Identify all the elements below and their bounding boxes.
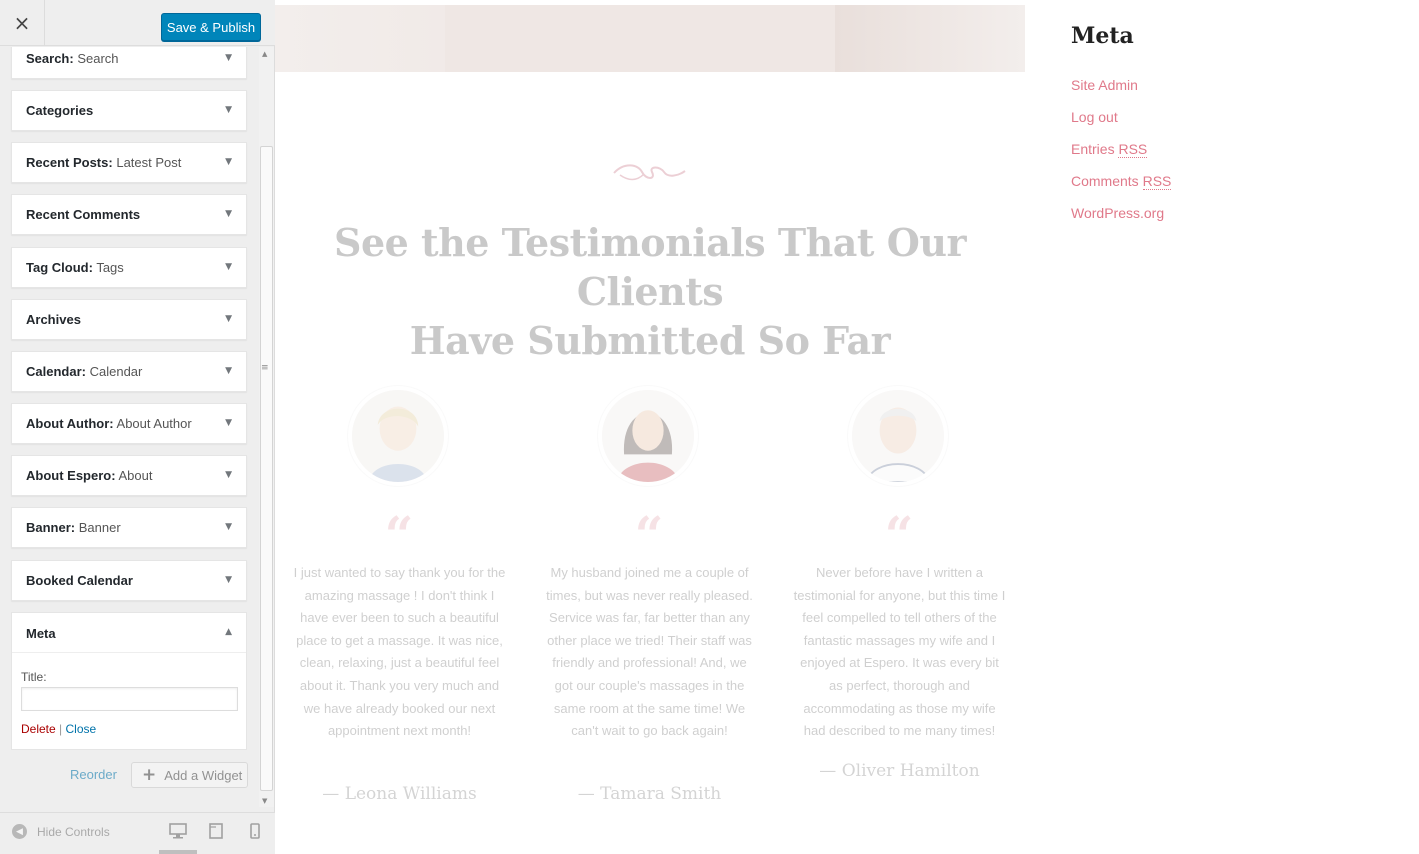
expand-arrow-icon[interactable]: ▼ (225, 105, 232, 115)
save-publish-button[interactable]: Save & Publish (161, 13, 261, 41)
site-admin-link[interactable]: Site Admin (1071, 77, 1138, 93)
testimonial-text: My husband joined me a couple of times, … (546, 565, 753, 739)
widget-about-author[interactable]: About Author: About Author ▼ (11, 403, 247, 444)
expand-arrow-icon[interactable]: ▼ (225, 262, 232, 272)
delete-widget-link[interactable]: Delete (21, 722, 56, 736)
hide-controls-button[interactable]: ◀ Hide Controls (12, 824, 110, 839)
quote-icon: “ (884, 505, 914, 564)
expand-arrow-icon[interactable]: ▼ (225, 157, 232, 167)
desktop-icon[interactable] (169, 823, 187, 839)
hero-image (275, 5, 1025, 72)
scroll-down-arrow-icon[interactable]: ▼ (262, 797, 267, 805)
action-separator: | (59, 722, 63, 736)
collapse-arrow-icon[interactable]: ▲ (225, 627, 232, 637)
quote-icon: “ (384, 505, 414, 564)
reorder-link[interactable]: Reorder (70, 767, 117, 782)
tablet-icon[interactable] (207, 823, 225, 839)
sidebar-scrollbar[interactable]: ▲ ≡ ▼ (259, 47, 274, 807)
meta-widget-heading: Meta (1071, 23, 1134, 49)
widget-list: Search: Search ▼ Categories ▼ Recent Pos… (0, 47, 258, 807)
expand-arrow-icon[interactable]: ▼ (225, 418, 232, 428)
collapse-circle-icon: ◀ (12, 824, 27, 839)
flourish-ornament-icon (613, 164, 686, 181)
testimonial-text: I just wanted to say thank you for the a… (293, 565, 506, 739)
quote-icon: “ (634, 505, 664, 564)
widget-title: Meta (26, 626, 56, 641)
add-widget-label: Add a Widget (164, 767, 243, 783)
testimonial-author: — Tamara Smith (577, 784, 722, 804)
widget-title: Banner (26, 520, 71, 535)
widget-title: Archives (26, 312, 81, 327)
widget-title: Categories (26, 103, 94, 118)
widget-title: Tag Cloud (26, 260, 89, 275)
avatar (598, 386, 698, 486)
widget-archives[interactable]: Archives ▼ (11, 299, 247, 340)
widget-calendar[interactable]: Calendar: Calendar ▼ (11, 351, 247, 392)
hide-controls-label: Hide Controls (37, 824, 110, 839)
scrollbar-thumb[interactable] (260, 146, 273, 791)
client-photo-icon (352, 390, 444, 482)
avatar (348, 386, 448, 486)
widget-subtitle: Banner (78, 520, 121, 535)
widget-title: Recent Posts (26, 155, 109, 170)
widget-title: Recent Comments (26, 207, 141, 222)
active-device-indicator (159, 850, 197, 854)
wordpress-org-link[interactable]: WordPress.org (1071, 205, 1164, 221)
widget-actions: Delete | Close (21, 722, 96, 736)
widget-tag-cloud[interactable]: Tag Cloud: Tags ▼ (11, 247, 247, 288)
testimonials-heading: See the Testimonials That Our Clients Ha… (334, 220, 966, 363)
log-out-link[interactable]: Log out (1071, 109, 1118, 125)
plus-icon: + (142, 765, 157, 785)
scroll-up-arrow-icon[interactable]: ▲ (262, 50, 267, 58)
customizer-sidebar: × Save & Publish Search: Search ▼ Catego… (0, 0, 275, 854)
widget-subtitle: Search (77, 51, 119, 66)
widget-title: Calendar (26, 364, 82, 379)
title-field-label: Title: (21, 670, 47, 684)
widget-recent-posts[interactable]: Recent Posts: Latest Post ▼ (11, 142, 247, 183)
close-widget-link[interactable]: Close (66, 722, 97, 736)
close-customizer-button[interactable]: × (0, 0, 45, 46)
add-widget-button[interactable]: + Add a Widget (131, 762, 248, 788)
widget-search[interactable]: Search: Search ▼ (11, 47, 247, 79)
expand-arrow-icon[interactable]: ▼ (225, 314, 232, 324)
testimonial-author: — Leona Williams (322, 784, 477, 804)
expand-arrow-icon[interactable]: ▼ (225, 575, 232, 585)
expand-arrow-icon[interactable]: ▼ (225, 209, 232, 219)
widget-meta-expanded: Meta ▲ Title: Delete | Close (11, 612, 247, 750)
mobile-icon[interactable] (246, 823, 264, 839)
widget-subtitle: About (118, 468, 153, 483)
comments-rss-link[interactable]: Comments RSS (1071, 173, 1172, 190)
entries-rss-link[interactable]: Entries RSS (1071, 141, 1148, 158)
widget-subtitle: Tags (96, 260, 124, 275)
site-preview: See the Testimonials That Our Clients Ha… (275, 0, 1419, 854)
testimonial-text: Never before have I written a testimonia… (793, 565, 1006, 739)
expand-arrow-icon[interactable]: ▼ (225, 522, 232, 532)
widget-subtitle: Calendar (89, 364, 143, 379)
expand-arrow-icon[interactable]: ▼ (225, 366, 232, 376)
avatar (848, 386, 948, 486)
widget-about-espero[interactable]: About Espero: About ▼ (11, 455, 247, 496)
widget-title: About Author (26, 416, 110, 431)
client-photo-icon (852, 390, 944, 482)
widget-title: About Espero (26, 468, 112, 483)
widget-title: Search (26, 51, 70, 66)
client-photo-icon (602, 390, 694, 482)
widget-recent-comments[interactable]: Recent Comments ▼ (11, 194, 247, 235)
widget-banner[interactable]: Banner: Banner ▼ (11, 507, 247, 548)
expand-arrow-icon[interactable]: ▼ (225, 470, 232, 480)
widget-title-input[interactable] (21, 687, 238, 711)
widget-booked-calendar[interactable]: Booked Calendar ▼ (11, 560, 247, 601)
customizer-header: × Save & Publish (0, 0, 275, 46)
widget-title: Booked Calendar (26, 573, 133, 588)
scroll-grip-icon: ≡ (261, 363, 269, 373)
widget-categories[interactable]: Categories ▼ (11, 90, 247, 131)
widget-subtitle: About Author (116, 416, 192, 431)
widget-meta-header[interactable]: Meta ▲ (12, 613, 246, 653)
expand-arrow-icon[interactable]: ▼ (225, 53, 232, 63)
testimonial-author: — Oliver Hamilton (819, 761, 980, 781)
customizer-footer: ◀ Hide Controls (0, 812, 275, 854)
widget-subtitle: Latest Post (116, 155, 182, 170)
